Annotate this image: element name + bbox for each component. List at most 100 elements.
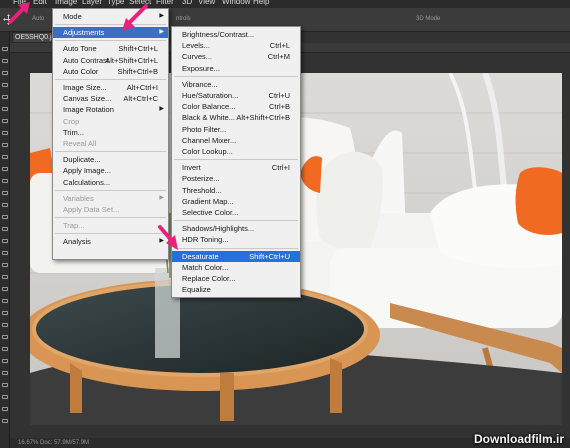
tool-icon[interactable]: [1, 178, 9, 184]
menu-separator: [55, 40, 166, 42]
menu-filter[interactable]: Filter: [156, 0, 174, 8]
image-menu-item-auto-color[interactable]: Auto Color Shift+Ctrl+B: [53, 66, 168, 77]
adjustments-item-gradient-map[interactable]: Gradient Map...: [172, 196, 300, 207]
menu-layer[interactable]: Layer: [82, 0, 102, 8]
menu-item-label: Trim...: [63, 127, 84, 137]
tool-icon[interactable]: [1, 394, 9, 400]
tool-icon[interactable]: [1, 58, 9, 64]
adjustments-item-curves[interactable]: Curves... Ctrl+M: [172, 51, 300, 62]
image-menu-item-trim[interactable]: Trim...: [53, 127, 168, 138]
tool-icon[interactable]: [1, 70, 9, 76]
menu-item-label: Trap...: [63, 221, 85, 231]
adjustments-item-photo-filter[interactable]: Photo Filter...: [172, 124, 300, 135]
tool-icon[interactable]: [1, 130, 9, 136]
tool-icon[interactable]: [1, 214, 9, 220]
adjustments-item-black-white[interactable]: Black & White... Alt+Shift+Ctrl+B: [172, 112, 300, 123]
adjustments-item-replace-color[interactable]: Replace Color...: [172, 273, 300, 284]
tool-icon[interactable]: [1, 82, 9, 88]
menu-item-shortcut: Alt+Shift+Ctrl+B: [236, 113, 290, 123]
tool-icon[interactable]: [1, 382, 9, 388]
menu-file[interactable]: File: [13, 0, 26, 8]
menu-type[interactable]: Type: [107, 0, 124, 8]
menu-item-label: Match Color...: [182, 262, 229, 272]
adjustments-item-color-balance[interactable]: Color Balance... Ctrl+B: [172, 101, 300, 112]
tool-icon[interactable]: [1, 334, 9, 340]
image-menu-item-auto-tone[interactable]: Auto Tone Shift+Ctrl+L: [53, 43, 168, 54]
adjustments-item-levels[interactable]: Levels... Ctrl+L: [172, 40, 300, 51]
menu-separator: [55, 217, 166, 219]
tool-icon[interactable]: [1, 154, 9, 160]
image-menu-item-image-size[interactable]: Image Size... Alt+Ctrl+I: [53, 82, 168, 93]
tool-icon[interactable]: [1, 106, 9, 112]
menu-item-label: Photo Filter...: [182, 124, 227, 134]
menu-item-label: Channel Mixer...: [182, 135, 237, 145]
adjustments-item-hue-saturation[interactable]: Hue/Saturation... Ctrl+U: [172, 90, 300, 101]
tool-icon[interactable]: [1, 274, 9, 280]
tool-icon[interactable]: [1, 310, 9, 316]
image-menu-item-adjustments[interactable]: Adjustments ▶: [53, 27, 168, 39]
image-menu-item-apply-image[interactable]: Apply Image...: [53, 165, 168, 176]
tools-panel: [0, 32, 10, 448]
adjustments-item-vibrance[interactable]: Vibrance...: [172, 79, 300, 90]
menu-item-shortcut: Ctrl+L: [269, 41, 290, 51]
tool-icon[interactable]: [1, 166, 9, 172]
tool-icon[interactable]: [1, 406, 9, 412]
adjustments-item-threshold[interactable]: Threshold...: [172, 185, 300, 196]
tool-icon[interactable]: [1, 118, 9, 124]
tool-icon[interactable]: [1, 370, 9, 376]
menu-separator: [174, 159, 298, 161]
adjustments-item-invert[interactable]: Invert Ctrl+I: [172, 162, 300, 173]
move-tool-icon[interactable]: [3, 14, 14, 25]
tool-icon[interactable]: [1, 298, 9, 304]
adjustments-item-posterize[interactable]: Posterize...: [172, 173, 300, 184]
menu-item-label: Auto Color: [63, 66, 99, 76]
image-menu-item-analysis[interactable]: Analysis ▶: [53, 236, 168, 247]
menu-image[interactable]: Image: [55, 0, 77, 8]
adjustments-item-channel-mixer[interactable]: Channel Mixer...: [172, 135, 300, 146]
image-menu-item-auto-contrast[interactable]: Auto Contrast Alt+Shift+Ctrl+L: [53, 55, 168, 66]
tool-icon[interactable]: [1, 358, 9, 364]
tool-icon[interactable]: [1, 190, 9, 196]
adjustments-item-selective-color[interactable]: Selective Color...: [172, 207, 300, 218]
image-menu-item-calculations[interactable]: Calculations...: [53, 177, 168, 188]
adjustments-item-equalize[interactable]: Equalize: [172, 284, 300, 295]
image-menu-item-canvas-size[interactable]: Canvas Size... Alt+Ctrl+C: [53, 93, 168, 104]
menu-item-label: Shadows/Highlights...: [182, 224, 255, 234]
tool-icon[interactable]: [1, 322, 9, 328]
tool-icon[interactable]: [1, 202, 9, 208]
adjustments-item-brightness-contrast[interactable]: Brightness/Contrast...: [172, 29, 300, 40]
tool-icon[interactable]: [1, 46, 9, 52]
adjustments-item-color-lookup[interactable]: Color Lookup...: [172, 146, 300, 157]
adjustments-item-shadows-highlights[interactable]: Shadows/Highlights...: [172, 223, 300, 234]
tool-icon[interactable]: [1, 262, 9, 268]
auto-select-label[interactable]: Auto: [32, 16, 44, 22]
menu-window[interactable]: Window: [222, 0, 250, 8]
menu-item-shortcut: Ctrl+U: [268, 91, 290, 100]
adjustments-item-exposure[interactable]: Exposure...: [172, 63, 300, 74]
adjustments-item-desaturate[interactable]: Desaturate Shift+Ctrl+U: [172, 250, 300, 262]
tool-icon[interactable]: [1, 418, 9, 424]
menu-3d[interactable]: 3D: [182, 0, 192, 8]
tool-icon[interactable]: [1, 94, 9, 100]
adjustments-item-hdr-toning[interactable]: HDR Toning...: [172, 234, 300, 245]
image-menu-item-image-rotation[interactable]: Image Rotation ▶: [53, 104, 168, 115]
menu-edit[interactable]: Edit: [33, 0, 47, 8]
tool-icon[interactable]: [1, 238, 9, 244]
tool-icon[interactable]: [1, 250, 9, 256]
menu-help[interactable]: Help: [253, 0, 269, 8]
image-menu-item-mode[interactable]: Mode ▶: [53, 11, 168, 22]
menu-select[interactable]: Select: [129, 0, 151, 8]
image-menu-item-duplicate[interactable]: Duplicate...: [53, 154, 168, 165]
tool-icon[interactable]: [1, 226, 9, 232]
adjustments-item-match-color[interactable]: Match Color...: [172, 262, 300, 273]
tool-icon[interactable]: [1, 142, 9, 148]
menu-item-label: Brightness/Contrast...: [182, 30, 255, 39]
tool-icon[interactable]: [1, 286, 9, 292]
menu-item-label: Color Balance...: [182, 102, 236, 112]
menu-view[interactable]: View: [198, 0, 215, 8]
document-tab[interactable]: OE5SHQ0.jp: [12, 32, 56, 43]
transform-controls-label[interactable]: ntrols: [176, 16, 191, 22]
tool-icon[interactable]: [1, 346, 9, 352]
menu-separator: [174, 75, 298, 77]
menu-item-label: Hue/Saturation...: [182, 91, 239, 100]
